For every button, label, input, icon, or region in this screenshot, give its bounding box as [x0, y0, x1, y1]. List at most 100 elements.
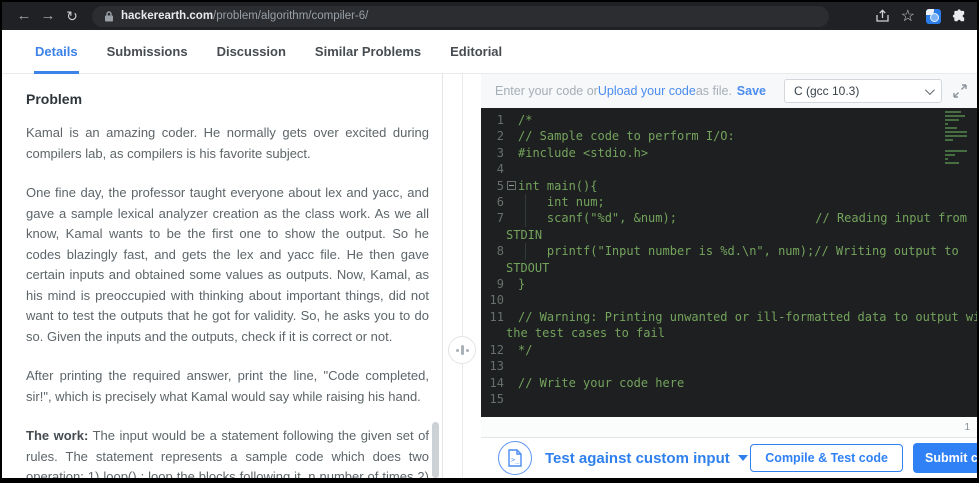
problem-tabbar: Details Submissions Discussion Similar Prob… [2, 30, 977, 74]
code-text: scanf("%d", &num); [518, 210, 677, 226]
bookmark-star-icon[interactable]: ☆ [901, 6, 915, 26]
code-text: // Warning: Printing unwanted or ill-for… [518, 309, 977, 325]
lock-icon [104, 11, 114, 22]
address-bar[interactable]: hackerearth.com/problem/algorithm/compil… [92, 6, 829, 27]
code-line[interactable]: 14 // Write your code here [487, 375, 973, 391]
line-number: 10 [487, 292, 504, 308]
panel-divider [443, 74, 481, 478]
problem-heading: Problem [26, 91, 429, 107]
code-line[interactable]: 3 #include <stdio.h> [487, 145, 973, 161]
caret-down-icon[interactable] [738, 455, 748, 461]
browser-window: ← → ↻ hackerearth.com/problem/algorithm/… [2, 2, 977, 478]
code-line[interactable]: 12 */ [487, 342, 973, 358]
tab-submissions[interactable]: Submissions [106, 44, 189, 74]
tab-similar-problems[interactable]: Similar Problems [314, 44, 422, 74]
language-selected-value: C (gcc 10.3) [794, 84, 859, 98]
code-line[interactable]: 15 [487, 391, 973, 407]
code-line[interactable]: 5 int main(){ [487, 178, 973, 194]
code-text: STDOUT [506, 260, 549, 276]
code-lines: 1 /* 2 // Sample code to perform I/O: 3 … [487, 112, 973, 407]
line-number [487, 325, 504, 341]
code-editor[interactable]: 1 /* 2 // Sample code to perform I/O: 3 … [481, 108, 977, 417]
submit-code-button[interactable]: Submit code [913, 443, 977, 473]
share-icon[interactable] [875, 9, 890, 23]
extensions-puzzle-icon[interactable] [952, 9, 967, 24]
code-text: // Sample code to perform I/O: [518, 128, 735, 144]
code-text: } [518, 276, 525, 292]
resize-bar [461, 345, 464, 355]
tab-discussion[interactable]: Discussion [216, 44, 287, 74]
code-line[interactable]: the test cases to fail [487, 325, 973, 341]
code-text: int num; [518, 194, 605, 210]
code-text: printf("Input number is %d.\n", num); [518, 243, 814, 259]
code-text: /* [518, 112, 532, 128]
code-line[interactable]: 10 [487, 292, 973, 308]
code-line[interactable]: 7 scanf("%d", &num); // Reading input fr… [487, 210, 973, 226]
reload-icon[interactable]: ↻ [60, 3, 84, 29]
back-icon[interactable]: ← [12, 3, 36, 29]
minimap[interactable] [945, 111, 969, 166]
code-line[interactable]: 8 printf("Input number is %d.\n", num); … [487, 243, 973, 259]
divider-line [462, 74, 463, 478]
line-number: 15 [487, 391, 504, 407]
line-number: 12 [487, 342, 504, 358]
url-path: /problem/algorithm/compiler-6/ [213, 10, 368, 22]
editor-action-bar: >_ Test against custom input Compile & T… [481, 437, 977, 478]
line-number: 13 [487, 358, 504, 374]
custom-input-icon[interactable]: >_ [498, 441, 532, 475]
code-line[interactable]: 4 [487, 161, 973, 177]
code-fold-icon[interactable] [507, 181, 516, 190]
code-comment: // Reading input from [815, 210, 967, 226]
as-file-text: as file. [696, 84, 732, 98]
problem-scrollbar-thumb[interactable] [432, 422, 439, 478]
editor-footer: 1 [481, 417, 977, 437]
code-text: the test cases to fail [506, 325, 665, 341]
line-number: 9 [487, 276, 504, 292]
line-number: 5 [487, 178, 504, 194]
enter-code-prompt: Enter your code or [495, 84, 598, 98]
code-text: int main(){ [518, 178, 597, 194]
problem-paragraph: Kamal is an amazing coder. He normally g… [26, 123, 429, 164]
upload-code-link[interactable]: Upload your code [598, 84, 696, 98]
editor-panel: Enter your code or Upload your code as f… [481, 74, 977, 478]
forward-icon[interactable]: → [36, 3, 60, 29]
code-line[interactable]: 1 /* [487, 112, 973, 128]
code-line[interactable]: 11 // Warning: Printing unwanted or ill-… [487, 309, 973, 325]
save-link[interactable]: Save [737, 84, 766, 98]
the-work-label: The work: [26, 428, 88, 443]
line-number: 2 [487, 128, 504, 144]
code-text: // Write your code here [518, 375, 684, 391]
line-number: 14 [487, 375, 504, 391]
line-number: 4 [487, 161, 504, 177]
line-number: 8 [487, 243, 504, 259]
tab-details[interactable]: Details [34, 44, 79, 74]
line-number [487, 260, 504, 276]
code-line[interactable]: 2 // Sample code to perform I/O: [487, 128, 973, 144]
code-text: STDIN [506, 227, 542, 243]
hackerearth-page: Details Submissions Discussion Similar Prob… [2, 30, 977, 478]
svg-text:>_: >_ [511, 456, 520, 464]
toolbar-right: ☆ [875, 6, 967, 26]
indent-guide [525, 243, 526, 259]
resize-dot-right [466, 349, 469, 352]
tab-editorial[interactable]: Editorial [449, 44, 503, 74]
code-line[interactable]: 9 } [487, 276, 973, 292]
line-number: 3 [487, 145, 504, 161]
resize-handle[interactable] [448, 336, 476, 364]
indent-guide [525, 194, 526, 210]
line-number: 1 [487, 112, 504, 128]
code-line[interactable]: 6 int num; [487, 194, 973, 210]
screenshot-extension-icon[interactable] [926, 9, 941, 24]
code-line[interactable]: 13 [487, 358, 973, 374]
line-number [487, 227, 504, 243]
test-custom-input-toggle[interactable]: Test against custom input [545, 450, 730, 467]
code-line[interactable]: STDIN [487, 227, 973, 243]
fullscreen-expand-icon[interactable] [953, 84, 967, 98]
problem-paragraph: After printing the required answer, prin… [26, 366, 429, 407]
language-select[interactable]: C (gcc 10.3) [784, 79, 942, 103]
chevron-down-icon [925, 85, 935, 95]
code-line[interactable]: STDOUT [487, 260, 973, 276]
problem-paragraph: One fine day, the professor taught every… [26, 183, 429, 347]
compile-test-button[interactable]: Compile & Test code [750, 444, 903, 472]
line-number: 7 [487, 210, 504, 226]
